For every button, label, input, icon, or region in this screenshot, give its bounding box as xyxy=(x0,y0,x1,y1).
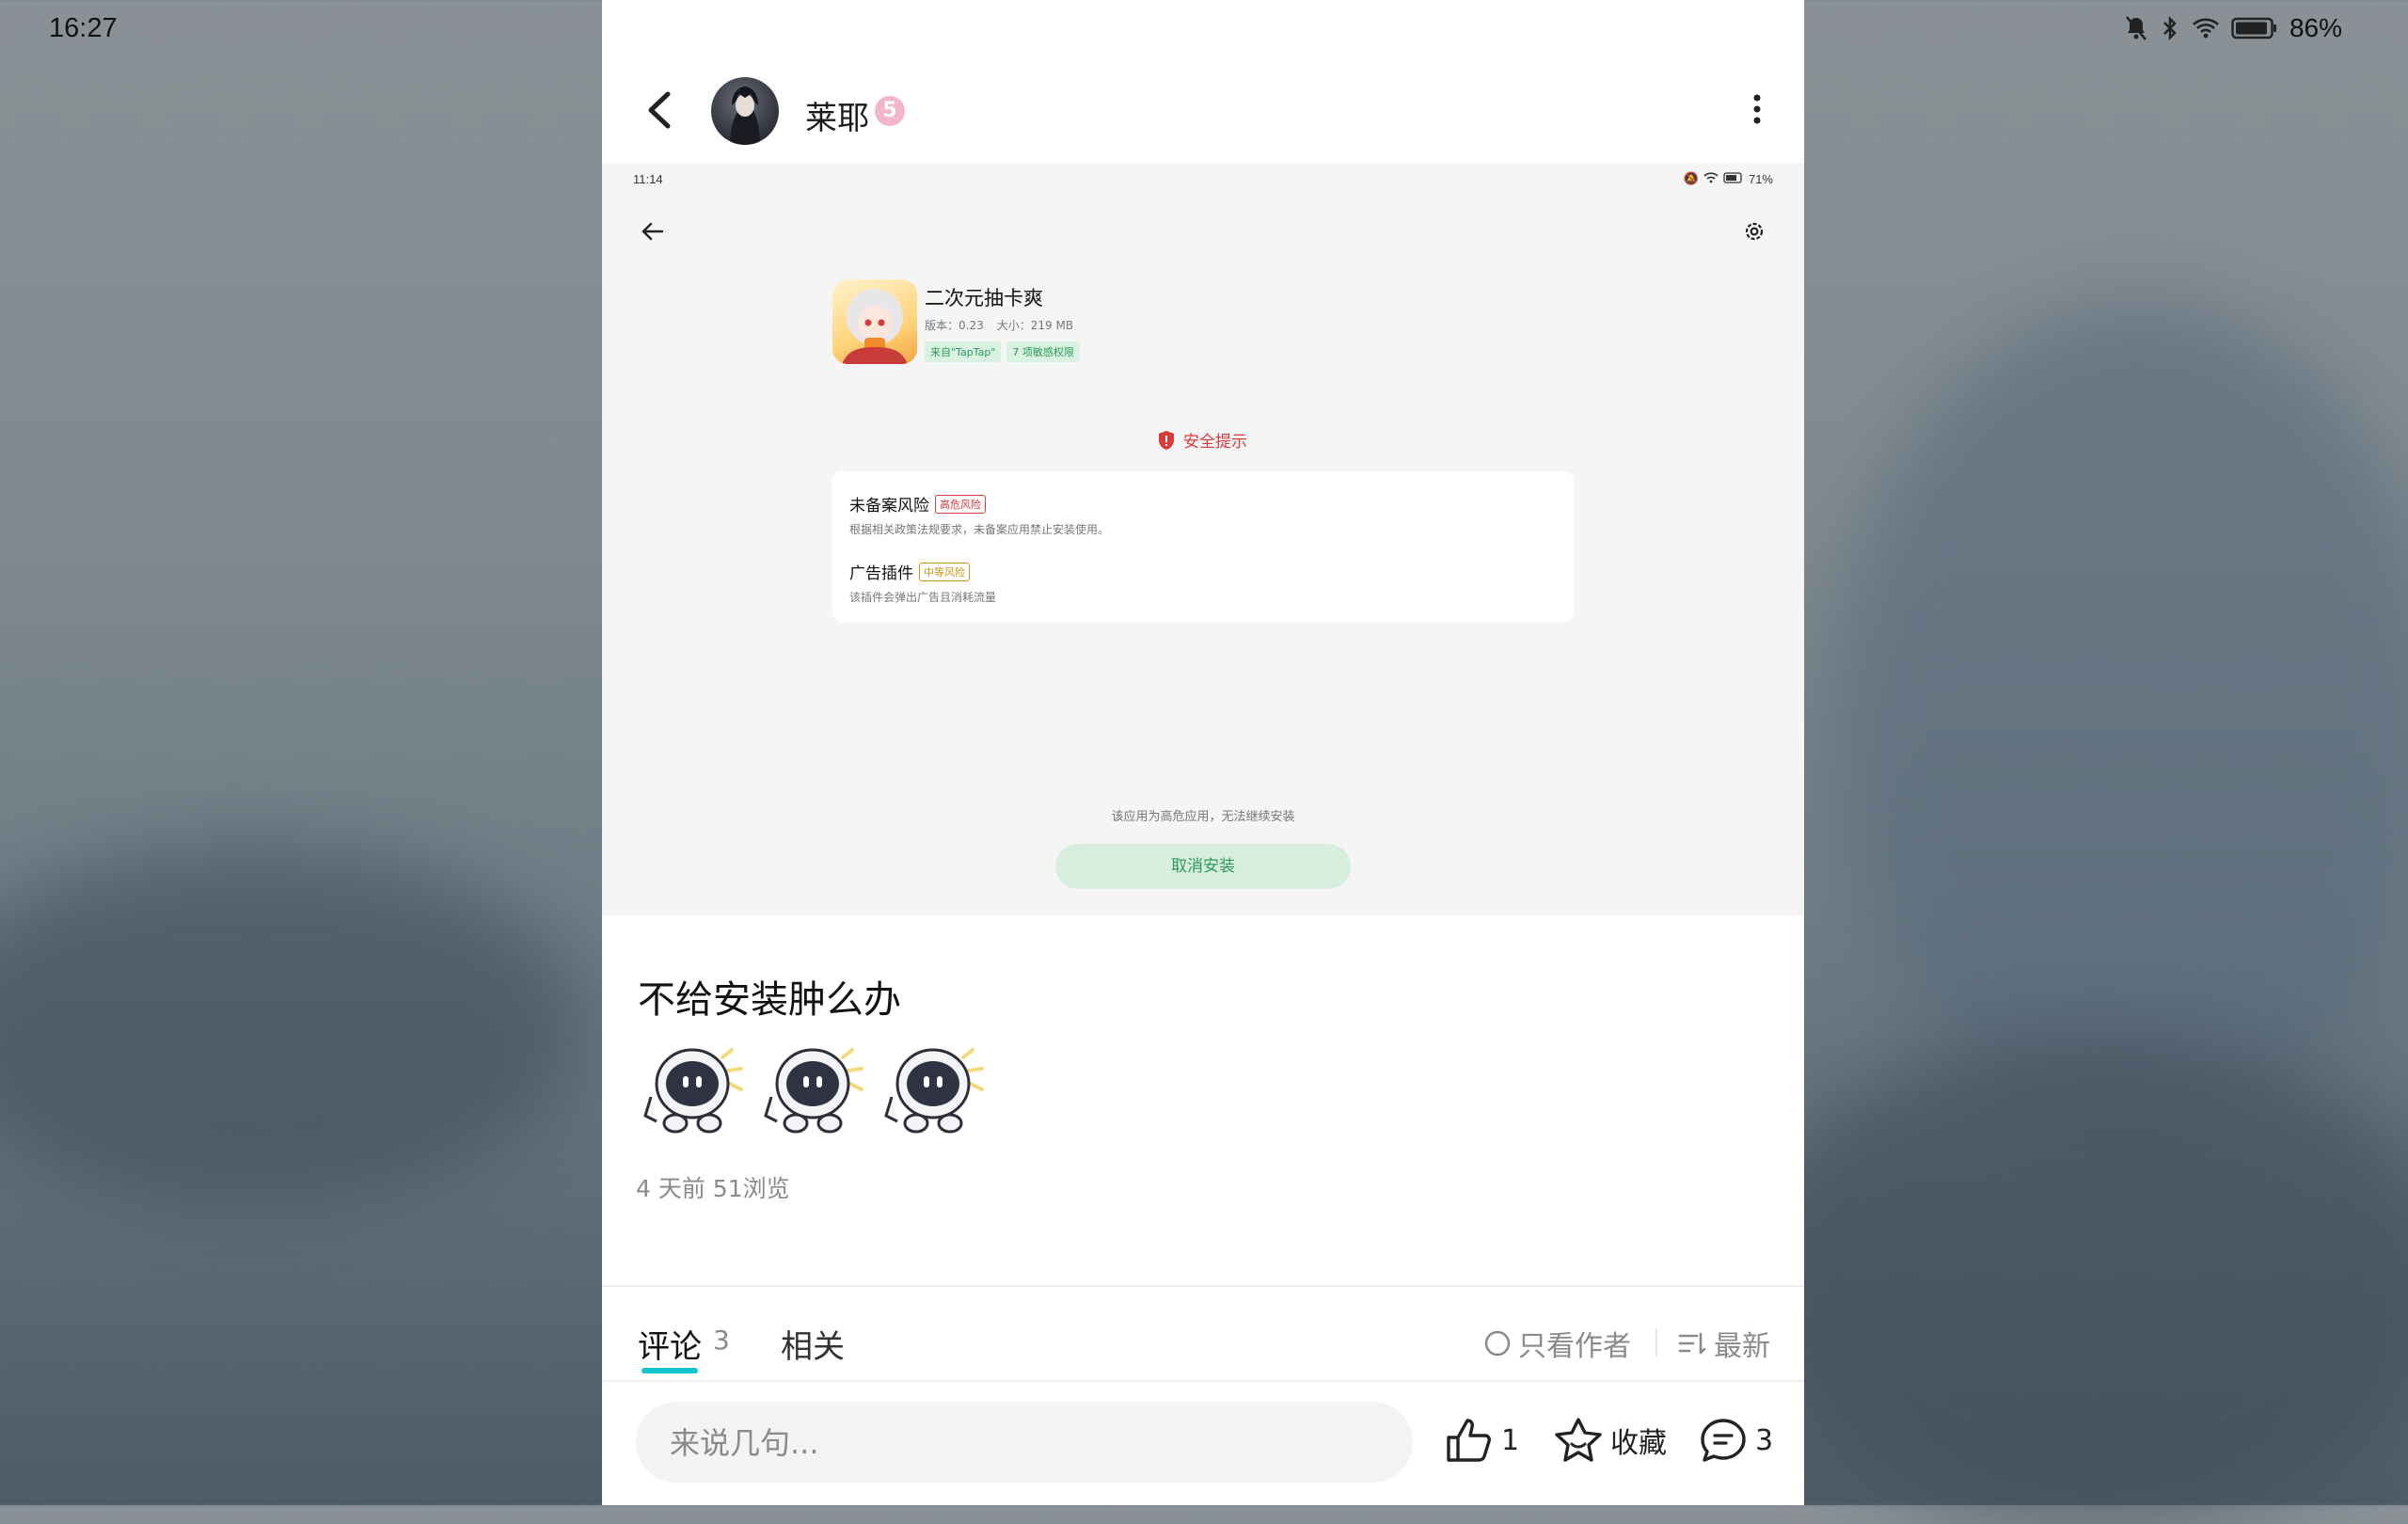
wallpaper-shape xyxy=(0,847,583,1204)
embedded-risk-title: 广告插件 xyxy=(849,564,913,583)
only-author-label: 只看作者 xyxy=(1518,1330,1631,1363)
embedded-arrow-left-icon xyxy=(640,221,666,242)
tab-related[interactable]: 相关 xyxy=(781,1321,845,1367)
favorite-label: 收藏 xyxy=(1610,1427,1667,1460)
bluetooth-icon xyxy=(2160,15,2180,41)
post-image-screenshot[interactable]: 11:14 🔕 71% 二次元抽卡爽 版本：0.23 大小：219 MB 来自"… xyxy=(602,163,1804,915)
embedded-size: 大小：219 MB xyxy=(996,319,1074,332)
embedded-risk-badge: 高危风险 xyxy=(935,494,986,514)
post-title: 不给安装肿么办 xyxy=(638,978,901,1022)
like-button[interactable]: 1 xyxy=(1445,1417,1519,1464)
embedded-note: 该应用为高危应用，无法继续安装 xyxy=(1111,810,1295,824)
robot-sticker-icon xyxy=(879,1042,988,1140)
battery-icon xyxy=(2231,16,2278,40)
robot-sticker-icon xyxy=(638,1042,747,1140)
embedded-safety-title: 安全提示 xyxy=(1157,428,1247,452)
more-vertical-icon xyxy=(1753,94,1761,124)
embedded-clock: 11:14 xyxy=(633,172,663,186)
comment-input-container[interactable] xyxy=(636,1402,1413,1484)
like-count: 1 xyxy=(1501,1423,1520,1457)
wallpaper-shape xyxy=(1834,301,2408,1148)
post-header: 莱耶 5 xyxy=(602,56,1804,162)
divider xyxy=(602,1380,1804,1382)
embedded-risk-item: 广告插件 中等风险 该插件会弹出广告且消耗流量 xyxy=(849,560,996,605)
embedded-version: 版本：0.23 xyxy=(925,319,984,332)
embedded-tag: 7 项敏感权限 xyxy=(1006,341,1080,362)
embedded-status: 🔕 71% xyxy=(1684,171,1773,186)
embedded-tags: 来自"TapTap" 7 项敏感权限 xyxy=(925,341,1080,362)
robot-sticker-icon xyxy=(758,1042,867,1140)
embedded-app-name: 二次元抽卡爽 xyxy=(925,287,1043,310)
sort-button[interactable]: 最新 xyxy=(1678,1323,1770,1364)
avatar[interactable] xyxy=(711,77,779,145)
chevron-left-icon xyxy=(648,91,671,129)
post-meta: 4 天前 51浏览 xyxy=(636,1175,790,1202)
favorite-button[interactable]: 收藏 xyxy=(1554,1417,1667,1464)
embedded-risk-desc: 该插件会弹出广告且消耗流量 xyxy=(849,591,997,604)
comment-count: 3 xyxy=(1755,1423,1774,1457)
emoji-row xyxy=(638,1042,988,1140)
username[interactable]: 莱耶 xyxy=(805,92,869,138)
embedded-gear-icon xyxy=(1742,219,1766,244)
star-icon xyxy=(1555,1418,1602,1462)
bottom-action-bar: 1 收藏 3 xyxy=(602,1383,1804,1505)
embedded-safety-title-text: 安全提示 xyxy=(1183,433,1247,452)
comment-input[interactable] xyxy=(668,1402,1386,1484)
comment-tabs: 评论 3 相关 只看作者 最新 xyxy=(602,1287,1804,1381)
thumbs-up-icon xyxy=(1447,1419,1491,1462)
tab-comments[interactable]: 评论 xyxy=(638,1321,702,1367)
separator xyxy=(1656,1328,1657,1357)
embedded-battery-icon xyxy=(1723,171,1744,186)
embedded-tag: 来自"TapTap" xyxy=(925,341,1002,362)
wifi-icon xyxy=(2192,17,2220,40)
comments-count: 3 xyxy=(713,1325,730,1356)
level-badge: 5 xyxy=(875,96,905,126)
embedded-risk-badge: 中等风险 xyxy=(919,562,970,581)
embedded-cancel-button: 取消安装 xyxy=(1055,844,1351,889)
embedded-risk-item: 未备案风险 高危风险 根据相关政策法规要求，未备案应用禁止安装使用。 xyxy=(849,492,1109,537)
more-options-button[interactable] xyxy=(1748,90,1766,128)
sort-icon xyxy=(1678,1332,1706,1355)
embedded-wifi-icon xyxy=(1703,171,1719,186)
back-button[interactable] xyxy=(640,87,681,134)
shield-warning-icon xyxy=(1159,430,1174,450)
sort-label: 最新 xyxy=(1714,1330,1770,1363)
battery-percent: 86% xyxy=(2289,13,2342,42)
only-author-toggle[interactable]: 只看作者 xyxy=(1484,1323,1631,1364)
radio-circle-icon xyxy=(1484,1330,1511,1357)
clock: 16:27 xyxy=(49,13,118,43)
embedded-risk-card: 未备案风险 高危风险 根据相关政策法规要求，未备案应用禁止安装使用。 广告插件 中等… xyxy=(832,471,1574,622)
embedded-app-icon xyxy=(832,279,917,364)
embedded-battery-percent: 71% xyxy=(1748,171,1773,186)
embedded-mute-icon: 🔕 xyxy=(1683,171,1699,185)
comment-bubble-icon xyxy=(1701,1419,1746,1462)
embedded-risk-desc: 根据相关政策法规要求，未备案应用禁止安装使用。 xyxy=(849,523,1110,536)
embedded-risk-title: 未备案风险 xyxy=(849,497,929,516)
active-tab-indicator xyxy=(642,1368,698,1373)
app-window: 莱耶 5 11:14 🔕 71% 二次元抽卡爽 版本：0.23 大小：219 M… xyxy=(602,0,1804,1505)
mute-icon xyxy=(2124,15,2148,41)
embedded-app-meta: 版本：0.23 大小：219 MB xyxy=(925,317,1073,333)
comment-button[interactable]: 3 xyxy=(1699,1417,1773,1464)
wallpaper-shape xyxy=(1740,1035,2408,1524)
